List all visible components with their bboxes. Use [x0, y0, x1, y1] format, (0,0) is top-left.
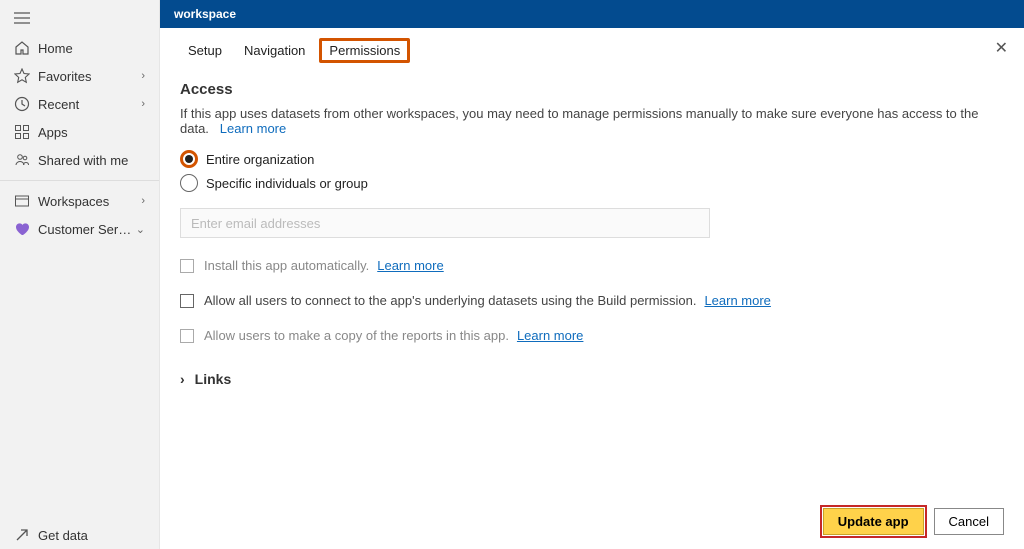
learn-more-link[interactable]: Learn more [377, 258, 443, 273]
sidebar-get-data[interactable]: Get data [0, 521, 159, 549]
learn-more-link[interactable]: Learn more [220, 121, 286, 136]
email-input[interactable] [180, 208, 710, 238]
radio-entire-org[interactable]: Entire organization [180, 150, 1004, 168]
check-label: Install this app automatically. [204, 258, 369, 273]
check-copy-reports[interactable]: Allow users to make a copy of the report… [180, 328, 1004, 343]
sidebar-item-recent[interactable]: Recent › [0, 90, 159, 118]
chevron-right-icon: › [180, 371, 185, 387]
sidebar-item-label: Get data [38, 528, 145, 543]
sidebar-item-label: Favorites [38, 69, 141, 84]
sidebar-item-label: Recent [38, 97, 141, 112]
titlebar: workspace [160, 0, 1024, 28]
radio-specific[interactable]: Specific individuals or group [180, 174, 1004, 192]
content-area: Access If this app uses datasets from ot… [160, 65, 1024, 403]
hamburger-menu[interactable] [0, 8, 159, 34]
access-description: If this app uses datasets from other wor… [180, 106, 1004, 136]
tab-permissions[interactable]: Permissions [319, 38, 410, 63]
links-expander[interactable]: › Links [180, 371, 1004, 387]
checkbox-icon [180, 294, 194, 308]
radio-label: Entire organization [206, 152, 314, 167]
apps-icon [14, 124, 30, 140]
app-heart-icon [14, 221, 30, 237]
hamburger-icon [14, 12, 30, 24]
check-label: Allow users to make a copy of the report… [204, 328, 509, 343]
links-label: Links [195, 371, 232, 387]
close-button[interactable]: ✕ [995, 38, 1008, 58]
check-build-permission[interactable]: Allow all users to connect to the app's … [180, 293, 1004, 308]
sidebar-item-workspaces[interactable]: Workspaces › [0, 187, 159, 215]
sidebar-item-shared[interactable]: Shared with me [0, 146, 159, 174]
chevron-right-icon: › [141, 195, 145, 207]
tab-navigation[interactable]: Navigation [236, 39, 313, 62]
chevron-down-icon: ⌄ [136, 223, 145, 236]
footer-buttons: Update app Cancel [823, 508, 1004, 535]
radio-icon [180, 150, 198, 168]
check-label: Allow all users to connect to the app's … [204, 293, 696, 308]
clock-icon [14, 96, 30, 112]
sidebar-item-apps[interactable]: Apps [0, 118, 159, 146]
cancel-button[interactable]: Cancel [934, 508, 1004, 535]
check-install-auto[interactable]: Install this app automatically. Learn mo… [180, 258, 1004, 273]
sidebar-item-customer-service[interactable]: Customer Service A... ⌄ [0, 215, 159, 243]
checkbox-icon [180, 329, 194, 343]
radio-label: Specific individuals or group [206, 176, 368, 191]
sidebar-item-home[interactable]: Home [0, 34, 159, 62]
checkbox-icon [180, 259, 194, 273]
sidebar-item-label: Workspaces [38, 194, 141, 209]
radio-icon [180, 174, 198, 192]
sidebar-item-favorites[interactable]: Favorites › [0, 62, 159, 90]
workspace-icon [14, 193, 30, 209]
star-icon [14, 68, 30, 84]
people-icon [14, 152, 30, 168]
divider [0, 180, 159, 181]
arrow-upright-icon [14, 527, 30, 543]
workspace-title: workspace [174, 7, 236, 21]
learn-more-link[interactable]: Learn more [704, 293, 770, 308]
tabs-row: Setup Navigation Permissions ✕ [160, 28, 1024, 65]
sidebar: Home Favorites › Recent › Apps Shared wi… [0, 0, 160, 549]
chevron-right-icon: › [141, 70, 145, 82]
home-icon [14, 40, 30, 56]
sidebar-item-label: Customer Service A... [38, 222, 136, 237]
sidebar-item-label: Shared with me [38, 153, 145, 168]
learn-more-link[interactable]: Learn more [517, 328, 583, 343]
chevron-right-icon: › [141, 98, 145, 110]
update-app-button[interactable]: Update app [823, 508, 924, 535]
sidebar-item-label: Apps [38, 125, 145, 140]
sidebar-item-label: Home [38, 41, 145, 56]
main-panel: workspace Setup Navigation Permissions ✕… [160, 0, 1024, 549]
tab-setup[interactable]: Setup [180, 39, 230, 62]
access-heading: Access [180, 81, 1004, 98]
